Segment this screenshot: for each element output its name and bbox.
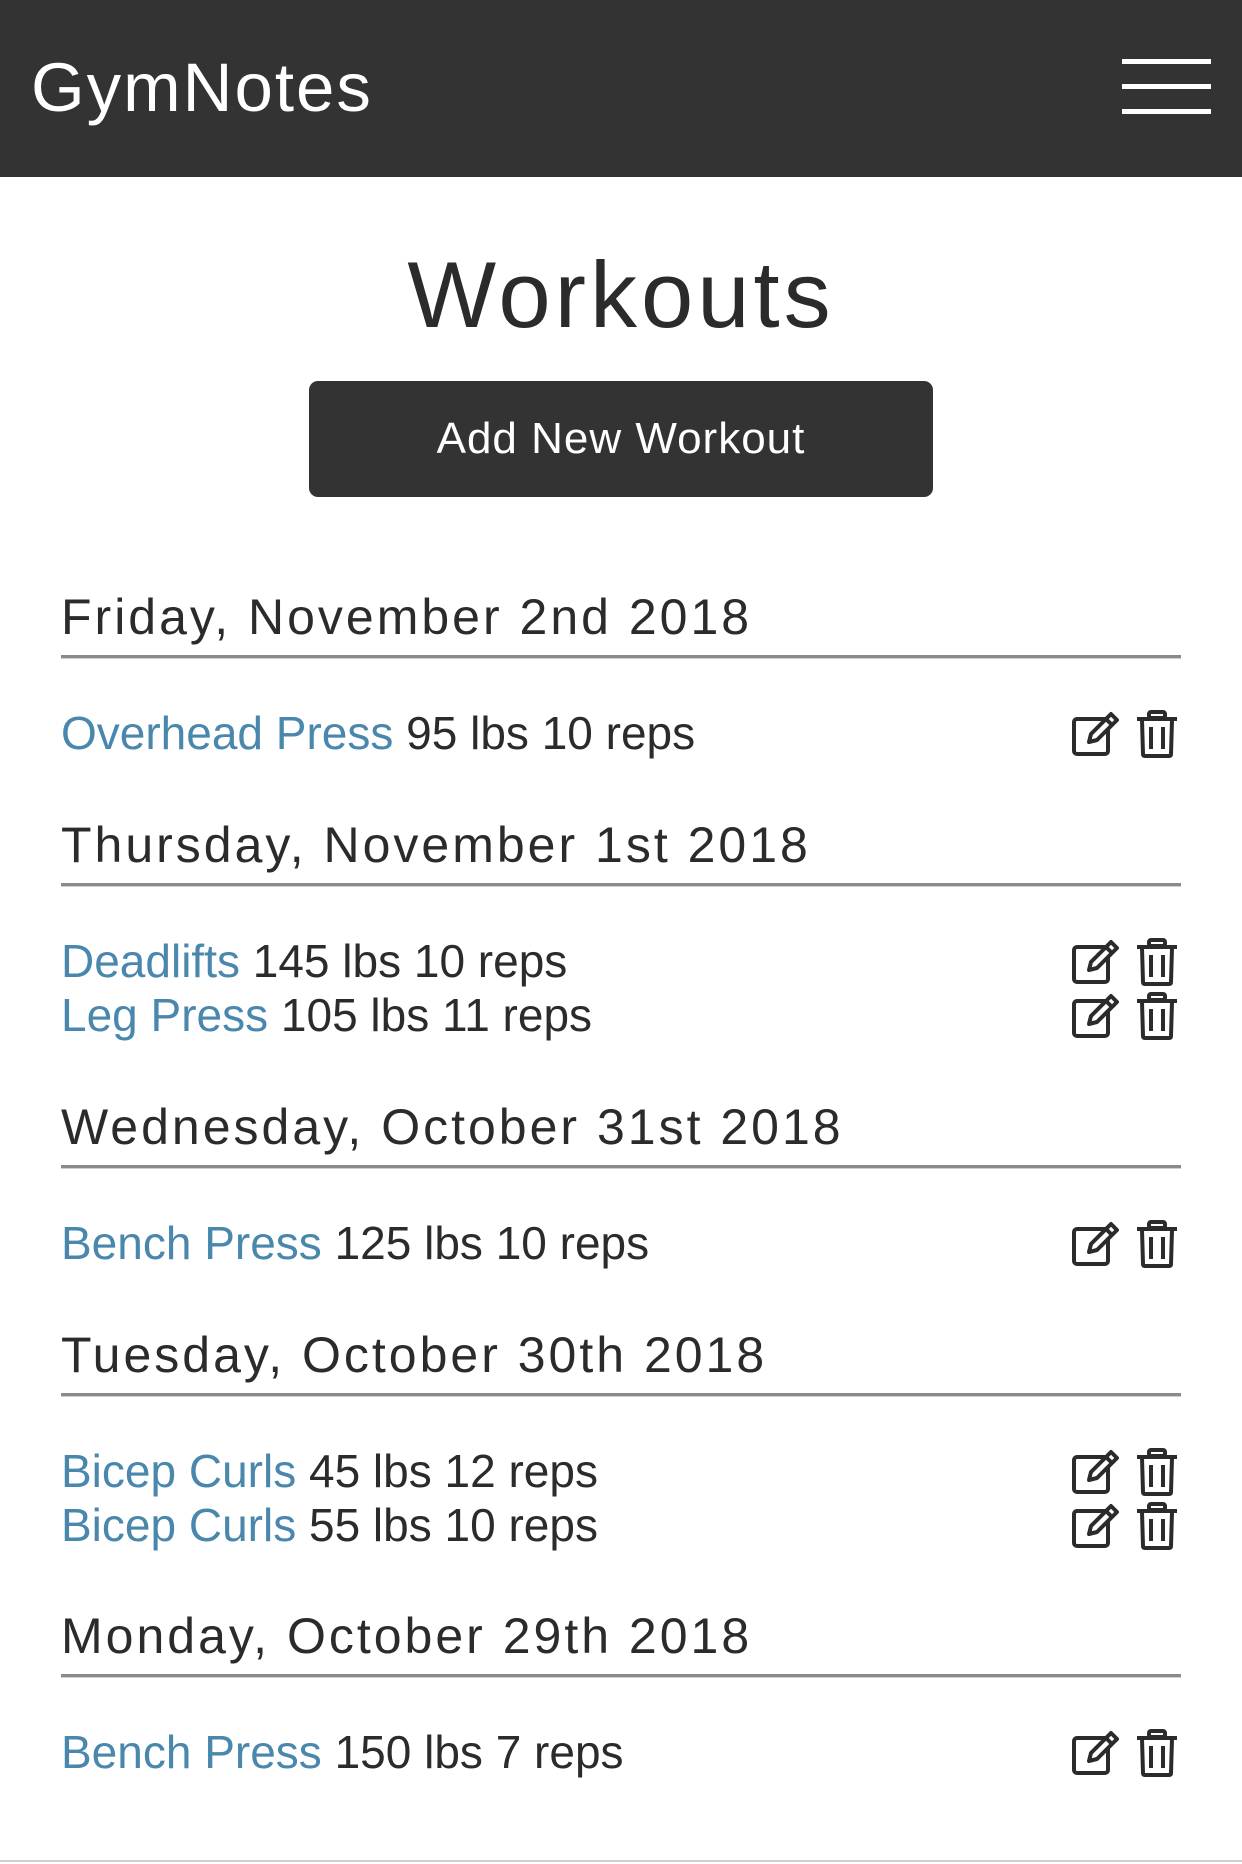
workout-entry: Bench Press 150 lbs 7 reps: [61, 1725, 1181, 1779]
day-heading: Friday, November 2nd 2018: [61, 589, 753, 645]
edit-icon[interactable]: [1071, 710, 1121, 758]
workout-day: Wednesday, October 31st 2018 Bench Press…: [61, 1097, 1181, 1270]
trash-icon[interactable]: [1135, 938, 1179, 986]
day-heading: Monday, October 29th 2018: [61, 1608, 753, 1664]
entry-actions: [1071, 1729, 1181, 1777]
edit-icon[interactable]: [1071, 1448, 1121, 1496]
exercise-link[interactable]: Leg Press: [61, 989, 268, 1041]
trash-icon[interactable]: [1135, 710, 1179, 758]
exercise-link[interactable]: Bench Press: [61, 1217, 322, 1269]
edit-icon[interactable]: [1071, 938, 1121, 986]
entry-actions: [1071, 938, 1181, 986]
workout-entry: Bicep Curls 45 lbs 12 reps: [61, 1444, 1181, 1498]
workout-entry: Leg Press 105 lbs 11 reps: [61, 988, 1181, 1042]
trash-icon[interactable]: [1135, 1502, 1179, 1550]
set-detail: 150 lbs 7 reps: [334, 1726, 624, 1778]
set-detail: 45 lbs 12 reps: [308, 1445, 598, 1497]
entry-actions: [1071, 992, 1181, 1040]
day-heading: Tuesday, October 30th 2018: [61, 1327, 768, 1383]
workout-entry: Bicep Curls 55 lbs 10 reps: [61, 1498, 1181, 1552]
entry-actions: [1071, 1502, 1181, 1550]
set-detail: 55 lbs 10 reps: [308, 1499, 598, 1551]
page-title: Workouts: [407, 242, 835, 347]
day-heading: Wednesday, October 31st 2018: [61, 1099, 844, 1155]
trash-icon[interactable]: [1135, 1220, 1179, 1268]
trash-icon[interactable]: [1135, 1729, 1179, 1777]
edit-icon[interactable]: [1071, 992, 1121, 1040]
trash-icon[interactable]: [1135, 992, 1179, 1040]
add-new-workout-button[interactable]: Add New Workout: [309, 381, 933, 497]
entry-actions: [1071, 1448, 1181, 1496]
set-detail: 105 lbs 11 reps: [280, 989, 593, 1041]
exercise-link[interactable]: Bicep Curls: [61, 1445, 296, 1497]
workout-day: Thursday, November 1st 2018 Deadlifts 14…: [61, 815, 1181, 1042]
edit-icon[interactable]: [1071, 1220, 1121, 1268]
hamburger-menu-icon[interactable]: [1116, 55, 1212, 119]
day-heading: Thursday, November 1st 2018: [61, 817, 811, 873]
workout-day: Monday, October 29th 2018 Bench Press 15…: [61, 1606, 1181, 1779]
exercise-link[interactable]: Overhead Press: [61, 707, 393, 759]
edit-icon[interactable]: [1071, 1502, 1121, 1550]
bottom-divider: [0, 1860, 1242, 1862]
edit-icon[interactable]: [1071, 1729, 1121, 1777]
entry-actions: [1071, 1220, 1181, 1268]
set-detail: 95 lbs 10 reps: [406, 707, 696, 759]
workout-entry: Deadlifts 145 lbs 10 reps: [61, 934, 1181, 988]
workout-day: Friday, November 2nd 2018 Overhead Press…: [61, 587, 1181, 760]
brand-logo[interactable]: GymNotes: [31, 48, 373, 128]
set-detail: 145 lbs 10 reps: [252, 935, 568, 987]
set-detail: 125 lbs 10 reps: [334, 1217, 650, 1269]
exercise-link[interactable]: Deadlifts: [61, 935, 240, 987]
workout-day: Tuesday, October 30th 2018 Bicep Curls 4…: [61, 1325, 1181, 1552]
workout-entry: Overhead Press 95 lbs 10 reps: [61, 706, 1181, 760]
navbar: GymNotes: [0, 0, 1242, 177]
exercise-link[interactable]: Bench Press: [61, 1726, 322, 1778]
entry-actions: [1071, 710, 1181, 758]
workout-entry: Bench Press 125 lbs 10 reps: [61, 1216, 1181, 1270]
exercise-link[interactable]: Bicep Curls: [61, 1499, 296, 1551]
trash-icon[interactable]: [1135, 1448, 1179, 1496]
